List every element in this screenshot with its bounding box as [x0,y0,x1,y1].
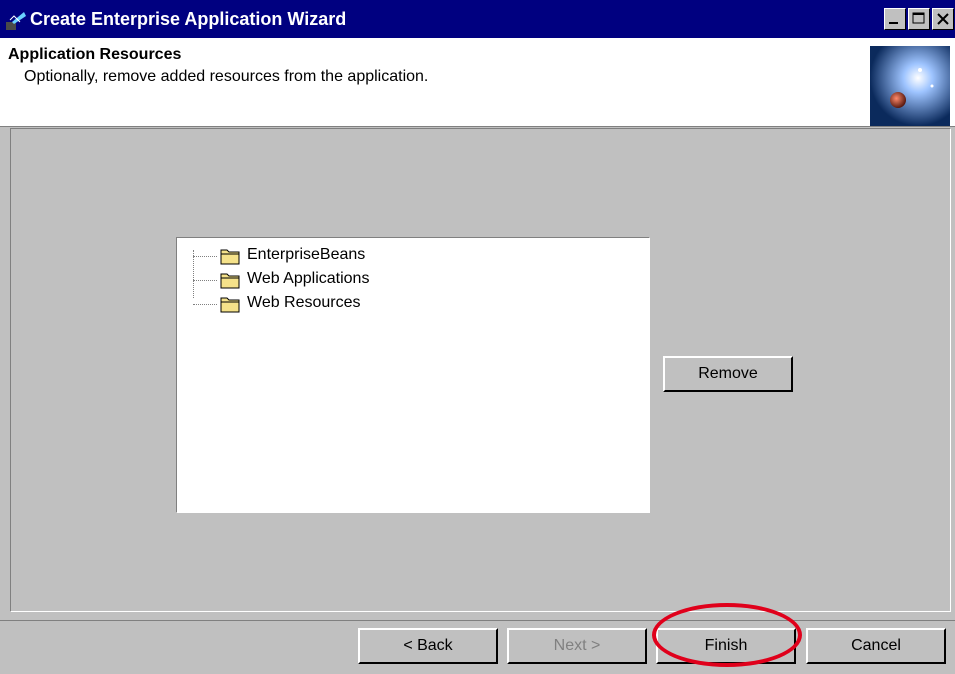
title-bar[interactable]: Create Enterprise Application Wizard [0,0,955,38]
resources-tree[interactable]: EnterpriseBeans Web Applications Web Res… [176,237,650,513]
back-button[interactable]: < Back [358,628,498,664]
maximize-button[interactable] [908,8,930,30]
wizard-header: Application Resources Optionally, remove… [0,38,955,127]
tree-item-label: Web Resources [247,294,361,311]
cancel-button[interactable]: Cancel [806,628,946,664]
next-button[interactable]: Next > [507,628,647,664]
finish-highlight-circle [652,603,802,667]
tree-item[interactable]: EnterpriseBeans [177,244,647,268]
window-title: Create Enterprise Application Wizard [30,9,347,29]
tree-branch-line [193,304,217,305]
folder-icon [220,273,240,289]
close-button[interactable] [932,8,954,30]
maximize-icon [912,12,925,24]
close-icon [937,13,949,25]
tree-item[interactable]: Web Resources [177,292,647,316]
page-title: Application Resources [8,46,182,63]
tree-item-label: Web Applications [247,270,370,287]
minimize-icon [889,22,898,24]
tree-branch-line [193,256,217,257]
wizard-banner-image [870,46,950,126]
tree-branch-line [193,280,217,281]
minimize-button[interactable] [884,8,906,30]
tree-item[interactable]: Web Applications [177,268,647,292]
remove-button[interactable]: Remove [663,356,793,392]
page-subtitle: Optionally, remove added resources from … [24,68,429,85]
tree-item-label: EnterpriseBeans [247,246,366,263]
wizard-window: Create Enterprise Application Wizard App… [0,0,955,674]
folder-icon [220,249,240,265]
java-app-icon [6,12,26,30]
folder-icon [220,297,240,313]
footer-divider [0,620,955,621]
